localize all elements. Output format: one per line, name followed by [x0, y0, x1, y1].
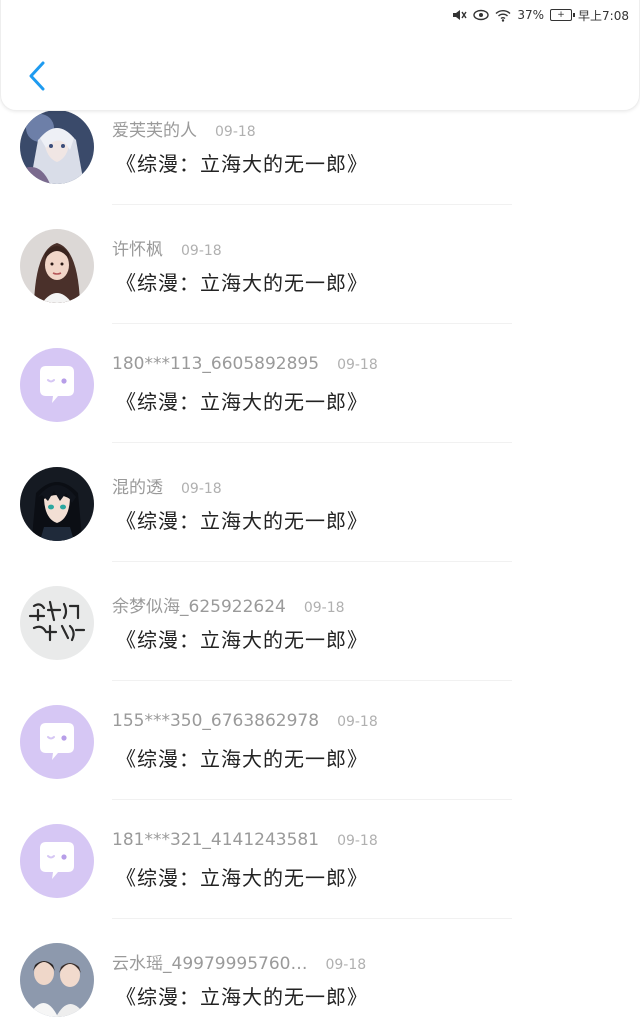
- status-bar: 37% + 早上7:08: [451, 5, 629, 25]
- book-title: 《综漫：立海大的无一郎》: [116, 390, 368, 414]
- date: 09-18: [337, 714, 378, 730]
- divider: [112, 442, 512, 443]
- divider: [112, 799, 512, 800]
- mute-icon: [451, 8, 467, 22]
- divider: [112, 561, 512, 562]
- date: 09-18: [337, 357, 378, 373]
- battery-icon: +: [550, 9, 576, 21]
- username: 181***321_4141243581 09-18: [112, 830, 378, 850]
- back-button[interactable]: [19, 56, 55, 96]
- avatar[interactable]: [20, 586, 94, 660]
- list-item[interactable]: 许怀枫 09-18 《综漫：立海大的无一郎》: [0, 217, 640, 336]
- page: 37% + 早上7:08 爱芙芙的人 09-18 《综漫：立海大的无一郎》 许怀枫 09…: [0, 0, 640, 1024]
- avatar[interactable]: [20, 110, 94, 184]
- username: 爱芙芙的人 09-18: [112, 116, 256, 141]
- username: 许怀枫 09-18: [112, 235, 222, 260]
- username-text: 云水瑶_49979995760…: [112, 954, 308, 974]
- list-item[interactable]: 余梦似海_625922624 09-18 《综漫：立海大的无一郎》: [0, 574, 640, 693]
- book-title: 《综漫：立海大的无一郎》: [116, 152, 368, 176]
- divider: [112, 918, 512, 919]
- clock: 早上7:08: [578, 8, 629, 23]
- book-title: 《综漫：立海大的无一郎》: [116, 628, 368, 652]
- list-item[interactable]: 181***321_4141243581 09-18 《综漫：立海大的无一郎》: [0, 812, 640, 931]
- username-text: 155***350_6763862978: [112, 711, 320, 731]
- username-text: 混的透: [112, 478, 163, 498]
- avatar[interactable]: [20, 705, 94, 779]
- username: 混的透 09-18: [112, 473, 222, 498]
- battery-percent: 37%: [517, 8, 545, 22]
- username: 云水瑶_49979995760… 09-18: [112, 949, 366, 974]
- username: 155***350_6763862978 09-18: [112, 711, 378, 731]
- username: 余梦似海_625922624 09-18: [112, 592, 345, 617]
- username-text: 181***321_4141243581: [112, 830, 320, 850]
- avatar[interactable]: [20, 348, 94, 422]
- divider: [112, 680, 512, 681]
- avatar[interactable]: [20, 229, 94, 303]
- app-header: 37% + 早上7:08: [0, 0, 640, 111]
- book-title: 《综漫：立海大的无一郎》: [116, 747, 368, 771]
- book-title: 《综漫：立海大的无一郎》: [116, 509, 368, 533]
- date: 09-18: [215, 124, 256, 140]
- chevron-left-icon: [29, 61, 45, 91]
- username-text: 许怀枫: [112, 240, 163, 260]
- avatar[interactable]: [20, 943, 94, 1017]
- divider: [112, 323, 512, 324]
- username-text: 余梦似海_625922624: [112, 597, 286, 617]
- date: 09-18: [337, 833, 378, 849]
- book-title: 《综漫：立海大的无一郎》: [116, 271, 368, 295]
- eye-comfort-icon: [473, 9, 490, 21]
- username-text: 爱芙芙的人: [112, 121, 197, 141]
- list-item[interactable]: 180***113_6605892895 09-18 《综漫：立海大的无一郎》: [0, 336, 640, 455]
- wifi-icon: [495, 9, 511, 22]
- list-item[interactable]: 云水瑶_49979995760… 09-18 《综漫：立海大的无一郎》: [0, 931, 640, 1024]
- list-item[interactable]: 155***350_6763862978 09-18 《综漫：立海大的无一郎》: [0, 693, 640, 812]
- date: 09-18: [181, 243, 222, 259]
- date: 09-18: [181, 481, 222, 497]
- book-title: 《综漫：立海大的无一郎》: [116, 985, 368, 1009]
- book-title: 《综漫：立海大的无一郎》: [116, 866, 368, 890]
- reader-list: 爱芙芙的人 09-18 《综漫：立海大的无一郎》 许怀枫 09-18 《综漫：立海大的无一…: [0, 98, 640, 1024]
- username-text: 180***113_6605892895: [112, 354, 320, 374]
- avatar[interactable]: [20, 824, 94, 898]
- list-item[interactable]: 爱芙芙的人 09-18 《综漫：立海大的无一郎》: [0, 98, 640, 217]
- divider: [112, 204, 512, 205]
- date: 09-18: [325, 957, 367, 973]
- list-item[interactable]: 混的透 09-18 《综漫：立海大的无一郎》: [0, 455, 640, 574]
- username: 180***113_6605892895 09-18: [112, 354, 378, 374]
- avatar[interactable]: [20, 467, 94, 541]
- date: 09-18: [303, 600, 345, 616]
